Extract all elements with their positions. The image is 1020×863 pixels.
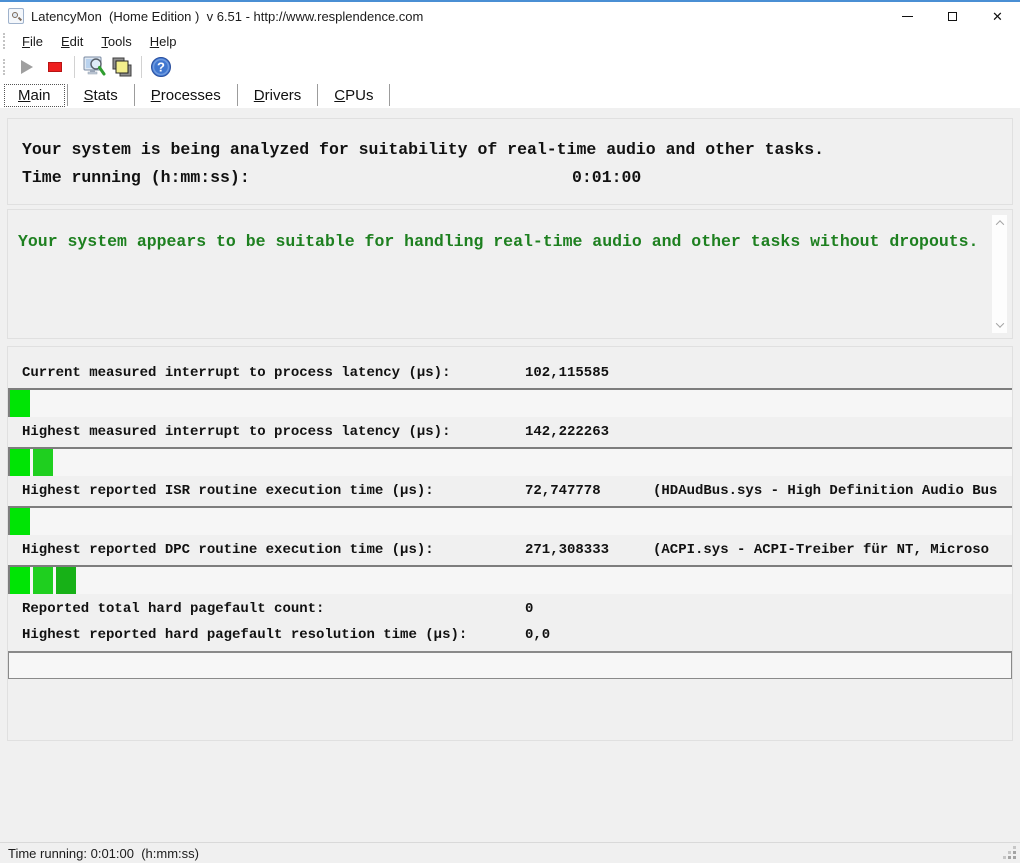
chevron-up-icon	[995, 220, 1004, 229]
bar-segment	[10, 390, 30, 417]
magnifier-handle-icon	[17, 16, 23, 21]
bar-segment	[56, 567, 76, 594]
time-running-row: Time running (h:mm:ss): 0:01:00	[22, 168, 998, 188]
chevron-down-icon	[995, 319, 1004, 328]
measurement-label: Highest measured interrupt to process la…	[22, 424, 451, 440]
resize-grip[interactable]	[1013, 856, 1016, 859]
scroll-down-button[interactable]	[992, 317, 1007, 333]
tab-cpus[interactable]: CPUs	[321, 85, 386, 106]
minimize-icon	[902, 15, 913, 17]
pagefault-count-label: Reported total hard pagefault count:	[22, 601, 325, 617]
copy-report-button[interactable]	[108, 54, 136, 80]
menu-help[interactable]: Help	[141, 32, 186, 51]
time-running-value: 0:01:00	[572, 168, 642, 187]
main-page: Your system is being analyzed for suitab…	[0, 108, 1020, 842]
menu-bar: File Edit Tools Help	[0, 30, 1020, 52]
bar-segment	[33, 567, 53, 594]
menu-file[interactable]: File	[13, 32, 52, 51]
stop-monitor-button[interactable]	[41, 54, 69, 80]
tab-separator	[133, 84, 135, 106]
stop-monitor-icon	[48, 62, 62, 72]
time-running-label: Time running (h:mm:ss):	[22, 168, 250, 187]
help-button[interactable]: ?	[147, 54, 175, 80]
measurement-driver: (ACPI.sys - ACPI-Treiber für NT, Microso	[653, 542, 990, 558]
close-button[interactable]: ✕	[975, 2, 1020, 30]
measurement-label: Highest reported DPC routine execution t…	[22, 542, 434, 558]
latency-bar	[8, 565, 1012, 594]
status-bar: Time running: 0:01:00 (h:mm:ss)	[0, 842, 1020, 863]
menu-tools[interactable]: Tools	[92, 32, 140, 51]
tab-separator	[66, 84, 68, 106]
measurement-label: Current measured interrupt to process la…	[22, 365, 451, 381]
pagefault-count-row: Reported total hard pagefault count: 0	[8, 601, 1012, 617]
tab-stats[interactable]: Stats	[71, 85, 131, 106]
verdict-message: Your system appears to be suitable for h…	[18, 232, 979, 251]
tab-processes[interactable]: Processes	[138, 85, 234, 106]
analysis-status-line: Your system is being analyzed for suitab…	[22, 140, 825, 159]
latency-bar	[8, 388, 1012, 417]
latency-bar	[8, 447, 1012, 476]
start-monitor-icon	[21, 60, 33, 74]
window-title: LatencyMon (Home Edition ) v 6.51 - http…	[31, 8, 424, 24]
menu-file-label: F	[22, 33, 30, 49]
pagefault-time-row: Highest reported hard pagefault resoluti…	[8, 627, 1012, 643]
tab-separator	[236, 84, 238, 106]
analysis-status-panel: Your system is being analyzed for suitab…	[7, 118, 1013, 205]
copy-report-icon	[112, 57, 132, 77]
measurement-value: 72,747778	[525, 483, 601, 499]
close-icon: ✕	[992, 8, 1003, 24]
scroll-up-button[interactable]	[992, 215, 1007, 231]
bar-segment	[10, 508, 30, 535]
measurement-driver	[653, 424, 1012, 440]
measurement-row: Current measured interrupt to process la…	[8, 365, 1012, 381]
analyze-icon	[83, 56, 106, 76]
tab-bar: Main Stats Processes Drivers CPUs	[0, 82, 1020, 108]
measurement-driver: (HDAudBus.sys - High Definition Audio Bu…	[653, 483, 998, 499]
app-icon	[8, 8, 24, 24]
window-controls: ✕	[885, 2, 1020, 30]
bar-segment	[33, 449, 53, 476]
title-bar: LatencyMon (Home Edition ) v 6.51 - http…	[0, 2, 1020, 30]
measurement-value: 271,308333	[525, 542, 610, 558]
bar-segment	[10, 567, 30, 594]
measurement-row: Highest measured interrupt to process la…	[8, 424, 1012, 440]
toolbar-gripper	[3, 59, 7, 75]
latency-bar	[8, 506, 1012, 535]
svg-text:?: ?	[157, 60, 165, 75]
maximize-button[interactable]	[930, 2, 975, 30]
help-icon: ?	[151, 57, 171, 77]
tab-separator	[317, 84, 319, 106]
measurement-label: Highest reported ISR routine execution t…	[22, 483, 434, 499]
pagefault-time-label: Highest reported hard pagefault resoluti…	[22, 627, 468, 643]
pagefault-count-value: 0	[525, 601, 534, 617]
analyze-button[interactable]	[80, 54, 108, 80]
pagefault-bar-empty	[8, 651, 1012, 679]
verdict-panel: Your system appears to be suitable for h…	[7, 209, 1013, 339]
toolbar-separator	[74, 56, 75, 78]
measurement-value: 102,115585	[525, 365, 610, 381]
latencymon-window: LatencyMon (Home Edition ) v 6.51 - http…	[0, 0, 1020, 863]
toolbar: ?	[0, 52, 1020, 82]
measurement-row: Highest reported DPC routine execution t…	[8, 542, 1012, 558]
tab-drivers[interactable]: Drivers	[241, 85, 315, 106]
tab-main[interactable]: Main	[4, 83, 65, 107]
measurement-row: Highest reported ISR routine execution t…	[8, 483, 1012, 499]
pagefault-time-value: 0,0	[525, 627, 551, 643]
bar-segment	[10, 449, 30, 476]
measurement-driver	[653, 365, 1012, 381]
minimize-button[interactable]	[885, 2, 930, 30]
menu-help-label: H	[149, 33, 160, 49]
start-monitor-button[interactable]	[13, 54, 41, 80]
menu-edit[interactable]: Edit	[52, 32, 92, 51]
status-time-running: Time running: 0:01:00 (h:mm:ss)	[8, 845, 199, 861]
menubar-gripper	[3, 33, 7, 49]
verdict-scrollbar[interactable]	[992, 215, 1007, 333]
measurement-value: 142,222263	[525, 424, 610, 440]
tab-separator	[389, 84, 391, 106]
menu-edit-label: E	[60, 33, 70, 49]
maximize-icon	[948, 11, 957, 21]
toolbar-separator	[141, 56, 142, 78]
measurements-panel: Current measured interrupt to process la…	[7, 346, 1013, 741]
